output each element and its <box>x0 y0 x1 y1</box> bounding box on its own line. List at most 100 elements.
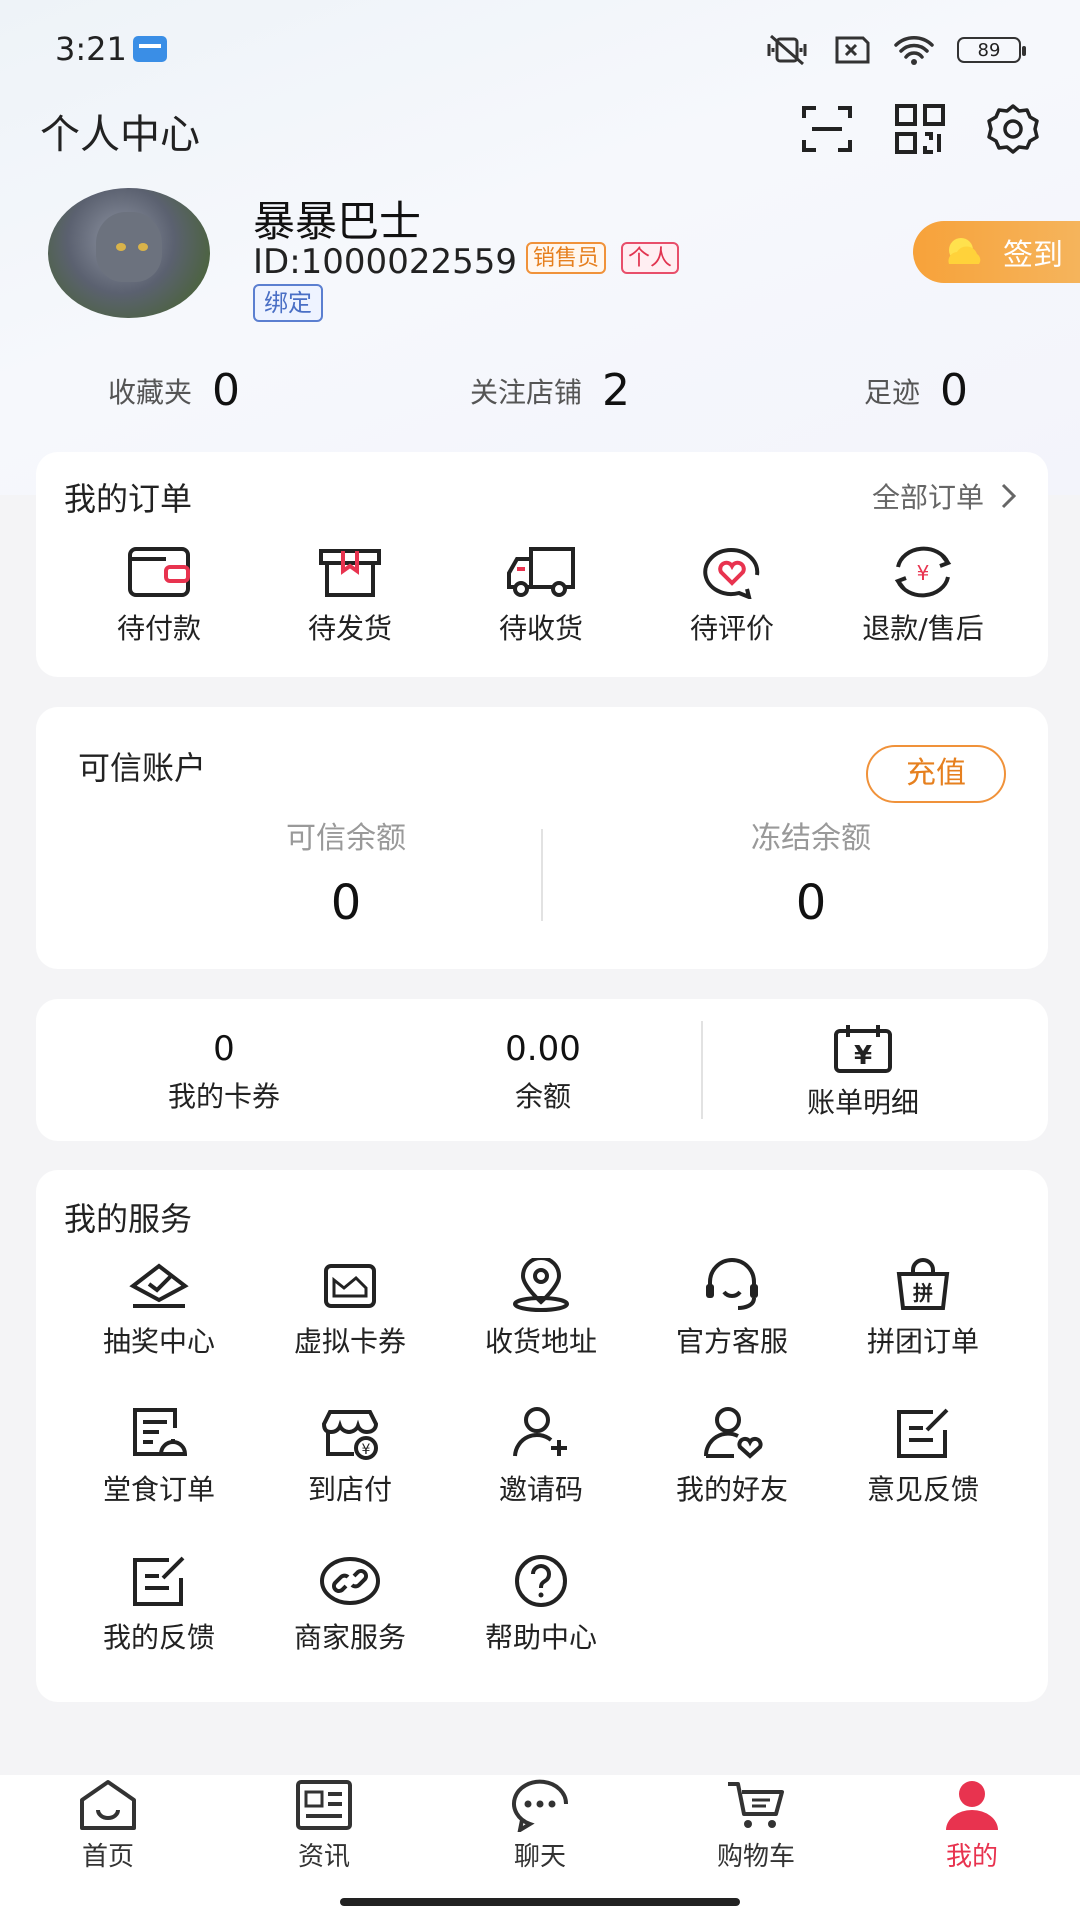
all-orders-link[interactable]: 全部订单 <box>872 476 1018 516</box>
order-label: 待收货 <box>498 612 583 645</box>
service-label: 我的反馈 <box>102 1621 215 1654</box>
service-lottery[interactable]: 抽奖中心 <box>64 1258 254 1360</box>
headset-icon <box>706 1258 758 1310</box>
feedback-icon <box>897 1408 949 1458</box>
sun-cloud-icon <box>948 238 981 264</box>
service-customer-support[interactable]: 官方客服 <box>637 1258 827 1360</box>
status-time: 3:21 <box>55 30 127 68</box>
my-coupons[interactable]: 0 我的卡券 <box>124 1029 324 1115</box>
order-label: 退款/售后 <box>862 612 984 645</box>
credit-account-card: 可信账户 充值 可信余额 0 冻结余额 0 <box>36 707 1048 969</box>
store-pay-icon: ¥ <box>321 1410 379 1460</box>
tab-profile[interactable]: 我的 <box>892 1778 1052 1873</box>
service-friends[interactable]: 我的好友 <box>637 1406 827 1508</box>
service-invite-code[interactable]: 邀请码 <box>446 1406 636 1508</box>
divider <box>541 829 543 921</box>
signin-label: 签到 <box>1003 238 1063 273</box>
services-title: 我的服务 <box>64 1200 193 1238</box>
stat-footprints[interactable]: 足迹 0 <box>864 365 968 416</box>
balance[interactable]: 0.00 余额 <box>443 1029 643 1115</box>
credit-account-title: 可信账户 <box>78 749 207 787</box>
sales-badge: 销售员 <box>526 242 607 274</box>
frozen-balance-value: 0 <box>795 875 827 931</box>
service-my-feedback[interactable]: 我的反馈 <box>64 1554 254 1656</box>
battery-indicator: 89 <box>957 37 1026 63</box>
service-feedback[interactable]: 意见反馈 <box>828 1406 1018 1508</box>
orders-card: 我的订单 全部订单 待付款 待发货 待收货 待评价 ¥ 退款/售后 <box>36 452 1048 677</box>
service-label: 收货地址 <box>484 1325 597 1358</box>
balance-value: 0.00 <box>505 1029 581 1069</box>
user-name: 暴暴巴士 <box>253 197 422 246</box>
wifi-icon <box>894 36 934 65</box>
order-label: 待发货 <box>307 612 392 645</box>
stat-favorites[interactable]: 收藏夹 0 <box>108 365 240 416</box>
merchant-icon <box>320 1557 380 1605</box>
location-icon <box>513 1258 569 1312</box>
service-label: 商家服务 <box>293 1621 406 1654</box>
coupons-label: 我的卡券 <box>167 1080 280 1113</box>
order-pending-receipt[interactable]: 待收货 <box>446 545 636 647</box>
recharge-button[interactable]: 充值 <box>866 745 1006 803</box>
service-help[interactable]: 帮助中心 <box>446 1554 636 1656</box>
qr-code-icon[interactable] <box>893 102 947 156</box>
tab-label: 资讯 <box>297 1842 350 1872</box>
balance-label: 余额 <box>514 1080 571 1113</box>
stat-label: 足迹 <box>864 375 921 409</box>
order-refund[interactable]: ¥ 退款/售后 <box>828 545 1018 647</box>
tab-home[interactable]: 首页 <box>28 1778 188 1873</box>
scan-icon[interactable] <box>800 102 854 156</box>
signin-button[interactable]: 签到 <box>913 221 1080 283</box>
status-icons: 89 <box>765 30 1026 70</box>
user-id: ID:1000022559 <box>253 242 517 282</box>
service-label: 邀请码 <box>498 1473 583 1506</box>
chevron-right-icon <box>1001 483 1017 509</box>
svg-text:¥: ¥ <box>362 1442 371 1458</box>
tab-cart[interactable]: 购物车 <box>676 1778 836 1873</box>
service-label: 虚拟卡券 <box>293 1325 406 1358</box>
frozen-balance[interactable]: 冻结余额 0 <box>621 813 1001 931</box>
virtual-card-icon <box>324 1264 376 1308</box>
page-title: 个人中心 <box>40 112 200 158</box>
service-store-pay[interactable]: ¥ 到店付 <box>255 1406 445 1508</box>
wallet-icon <box>128 547 190 597</box>
news-icon <box>296 1780 352 1830</box>
cart-icon <box>728 1782 784 1828</box>
stat-value: 0 <box>940 365 969 416</box>
svg-text:拼: 拼 <box>913 1281 933 1305</box>
bind-button[interactable]: 绑定 <box>253 284 323 322</box>
divider <box>701 1021 703 1119</box>
dine-in-icon <box>133 1408 188 1456</box>
order-pending-payment[interactable]: 待付款 <box>64 545 254 647</box>
service-virtual-card[interactable]: 虚拟卡券 <box>255 1258 445 1360</box>
bill-label: 账单明细 <box>806 1086 919 1119</box>
add-user-icon <box>513 1407 567 1457</box>
settings-icon[interactable] <box>986 102 1040 156</box>
service-merchant[interactable]: 商家服务 <box>255 1554 445 1656</box>
stat-followed-shops[interactable]: 关注店铺 2 <box>470 365 630 416</box>
app-notification-icon <box>133 36 167 62</box>
bill-details[interactable]: ¥ 账单明细 <box>763 1023 963 1121</box>
available-balance-value: 0 <box>330 875 362 931</box>
available-balance[interactable]: 可信余额 0 <box>156 813 536 931</box>
orders-title: 我的订单 <box>64 480 193 518</box>
tab-news[interactable]: 资讯 <box>244 1778 404 1873</box>
chat-icon <box>512 1779 569 1832</box>
tab-label: 购物车 <box>716 1842 795 1872</box>
stat-label: 关注店铺 <box>470 375 583 409</box>
service-dine-in[interactable]: 堂食订单 <box>64 1406 254 1508</box>
tab-chat[interactable]: 聊天 <box>460 1778 620 1873</box>
lottery-icon <box>129 1263 189 1308</box>
avatar[interactable] <box>48 188 210 318</box>
available-balance-label: 可信余额 <box>286 821 406 856</box>
service-address[interactable]: 收货地址 <box>446 1258 636 1360</box>
mute-vibrate-icon <box>767 34 807 66</box>
tab-label: 我的 <box>945 1842 998 1872</box>
svg-text:¥: ¥ <box>854 1041 872 1071</box>
service-group-orders[interactable]: 拼 拼团订单 <box>828 1258 1018 1360</box>
service-label: 官方客服 <box>675 1325 788 1358</box>
order-pending-shipment[interactable]: 待发货 <box>255 545 445 647</box>
wallet-card: 0 我的卡券 0.00 余额 ¥ 账单明细 <box>36 999 1048 1141</box>
no-sim-icon <box>835 36 870 64</box>
service-label: 意见反馈 <box>866 1473 979 1506</box>
order-pending-review[interactable]: 待评价 <box>637 545 827 647</box>
